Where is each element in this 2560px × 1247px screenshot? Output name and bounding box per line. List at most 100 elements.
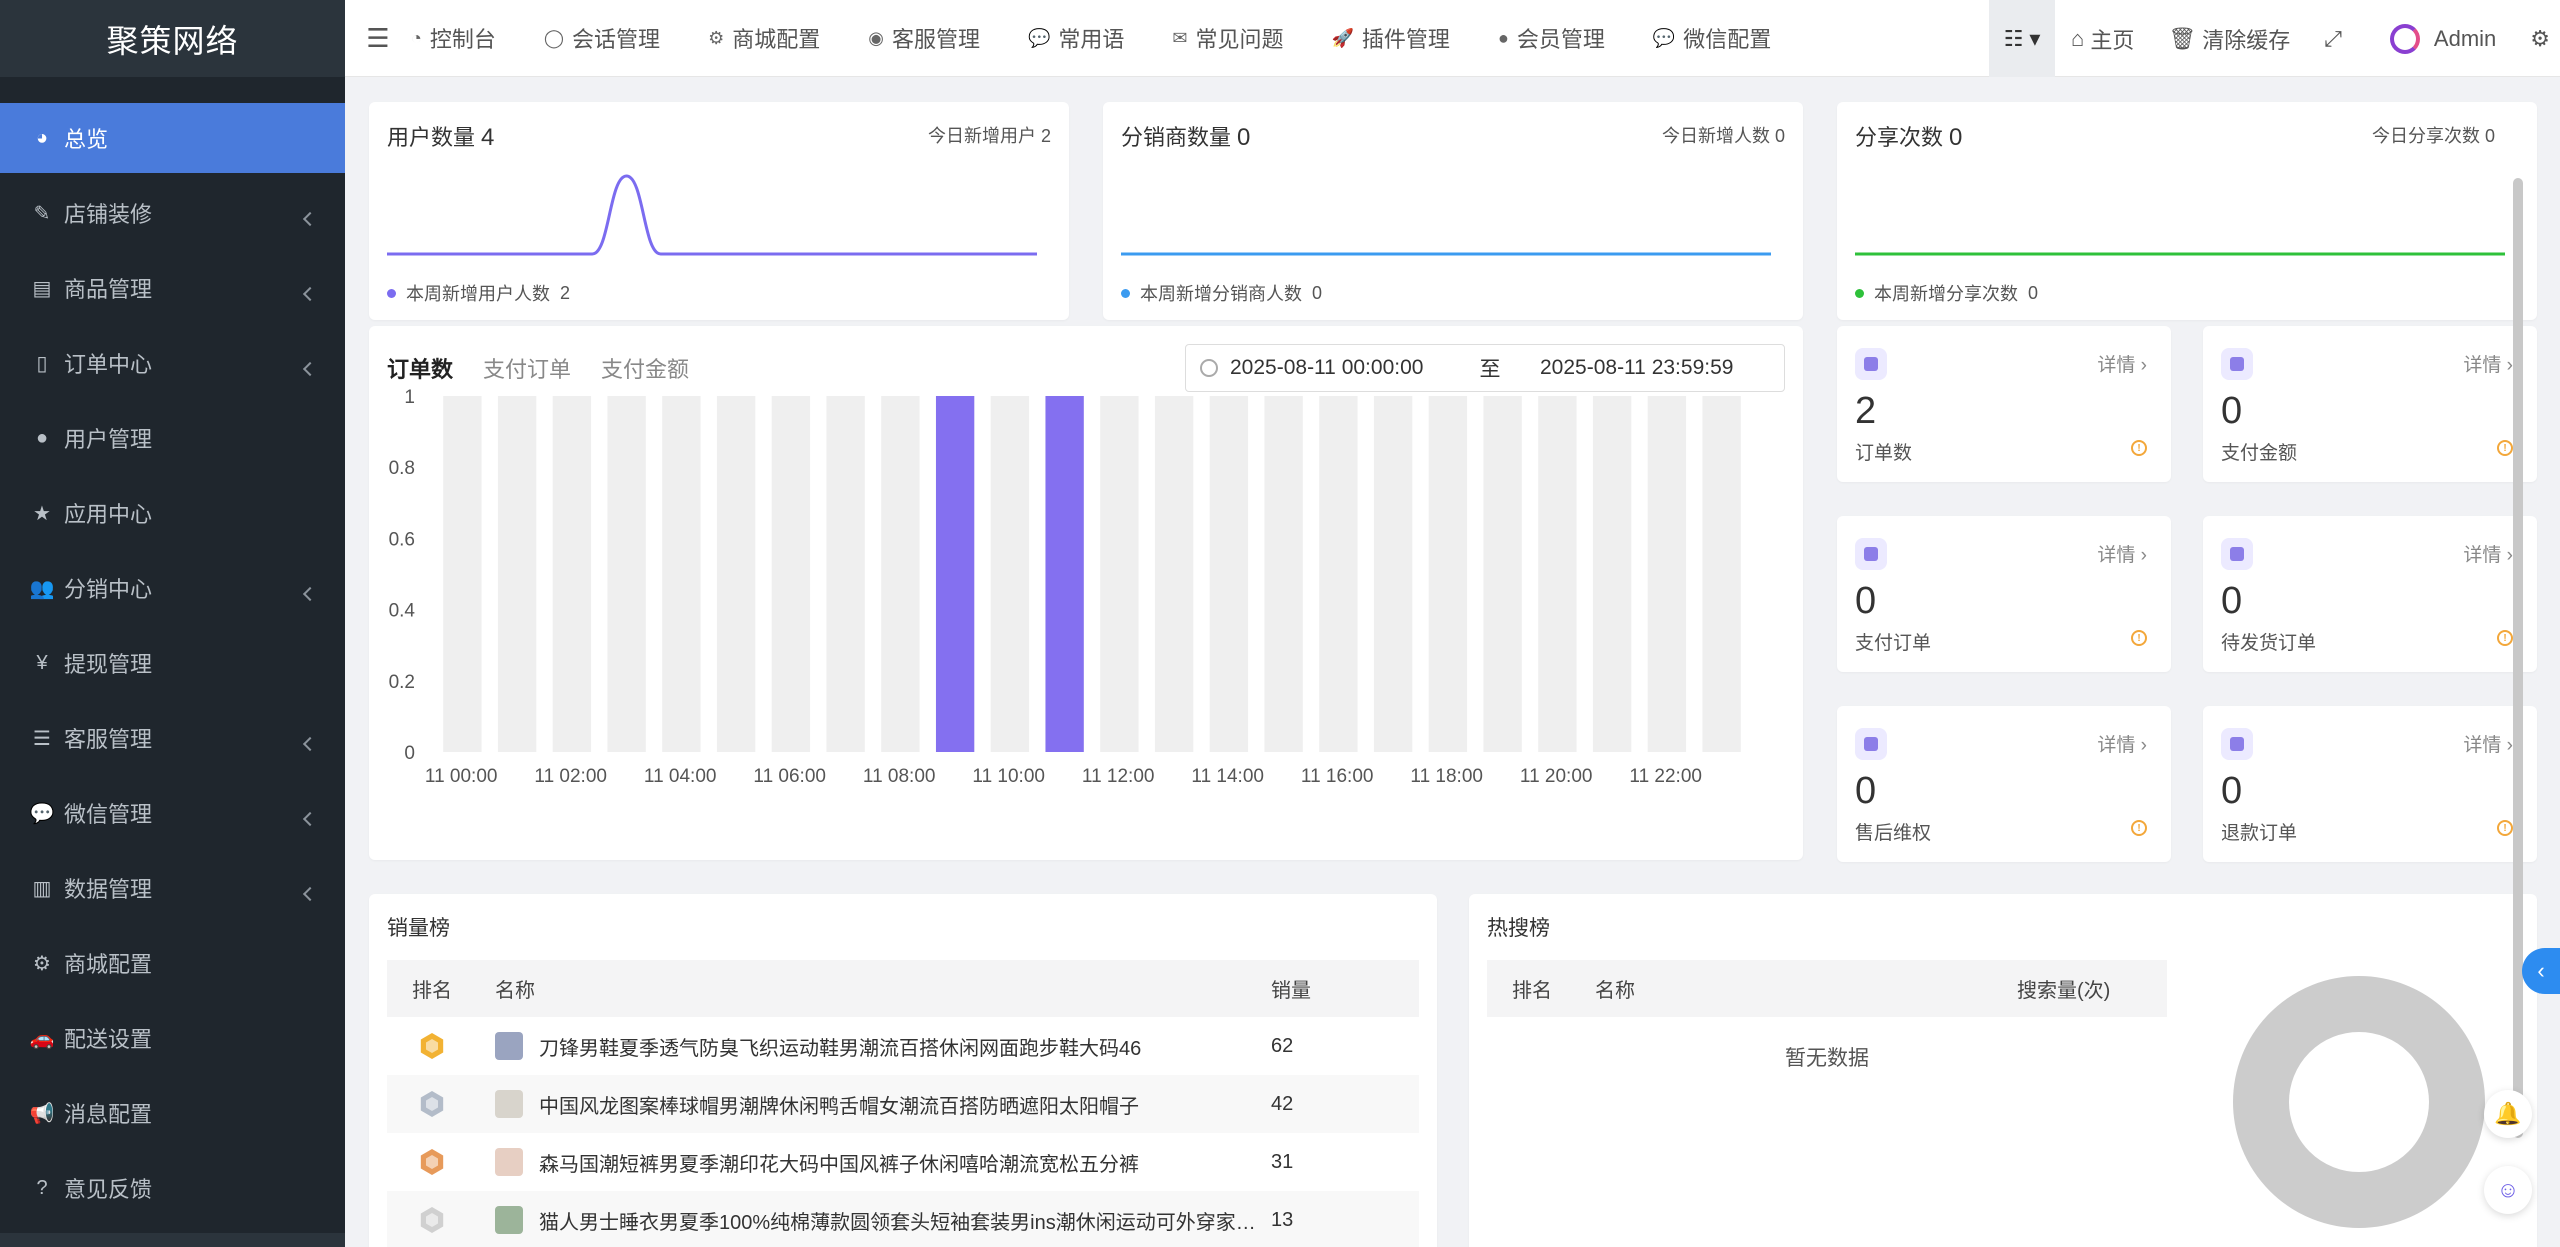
sidebar-item-3[interactable]: ▯ 订单中心 bbox=[0, 328, 345, 398]
metric-icon bbox=[1855, 538, 1887, 570]
topnav-item-6[interactable]: 🚀 插件管理 bbox=[1332, 22, 1450, 54]
metric-value: 0 bbox=[2221, 580, 2243, 622]
table-row[interactable]: 森马国潮短裤男夏季潮印花大码中国风裤子休闲嘻哈潮流宽松五分裤 31 bbox=[387, 1133, 1419, 1191]
x-tick-label: 11 10:00 bbox=[972, 766, 1045, 787]
wechat-icon: 💬 bbox=[29, 802, 55, 825]
bar-11 11:00[interactable] bbox=[1045, 396, 1084, 752]
metric-label: 退款订单 bbox=[2221, 823, 2298, 844]
side-collapse-tab[interactable]: ‹ bbox=[2522, 948, 2560, 994]
admin-name: Admin bbox=[2433, 25, 2497, 51]
hot-search-table: 排名 名称 搜索量(次) 暂无数据 bbox=[1487, 960, 2167, 1097]
clear-cache-label: 清除缓存 bbox=[2202, 27, 2291, 53]
gears-icon: ⚙ bbox=[708, 27, 725, 48]
chevron-left-icon bbox=[302, 736, 318, 752]
sidebar-item-4[interactable]: ● 用户管理 bbox=[0, 403, 345, 473]
detail-link[interactable]: 详情 › bbox=[2097, 540, 2147, 567]
bar-11 09:00[interactable] bbox=[935, 396, 975, 752]
user-count-title: 用户数量 4 bbox=[387, 124, 495, 151]
info-warning-icon[interactable]: ! bbox=[2131, 440, 2147, 456]
admin-user-menu[interactable]: Admin bbox=[2389, 23, 2497, 54]
y-tick-label: 0.8 bbox=[389, 458, 415, 479]
detail-link[interactable]: 详情 › bbox=[2463, 540, 2513, 567]
distributor-count-value: 0 bbox=[1237, 124, 1251, 151]
info-warning-icon[interactable]: ! bbox=[2131, 630, 2147, 646]
share-legend: 本周新增分享次数 0 bbox=[1855, 280, 2038, 306]
comment-dots-icon: 💬 bbox=[1027, 27, 1051, 48]
bar-chart-icon: ▥ bbox=[32, 877, 52, 900]
topnav-item-2[interactable]: ⚙ 商城配置 bbox=[708, 22, 820, 54]
y-tick-label: 0 bbox=[404, 743, 415, 764]
sidebar-item-12[interactable]: 🚗 配送设置 bbox=[0, 1003, 345, 1073]
share-count-value: 0 bbox=[1949, 124, 1963, 151]
sidebar-item-10[interactable]: ▥ 数据管理 bbox=[0, 853, 345, 923]
sidebar-item-7[interactable]: ¥ 提现管理 bbox=[0, 628, 345, 698]
header-rank: 排名 bbox=[1512, 980, 1552, 1002]
info-warning-icon[interactable]: ! bbox=[2497, 630, 2513, 646]
bar-background bbox=[662, 396, 701, 752]
sidebar-item-14[interactable]: ? 意见反馈 bbox=[0, 1153, 345, 1223]
metric-card-2: 详情 › 0 支付订单 ! bbox=[1837, 516, 2171, 672]
topnav-item-3[interactable]: ◉ 客服管理 bbox=[868, 22, 980, 54]
detail-link[interactable]: 详情 › bbox=[2097, 730, 2147, 757]
bar-background bbox=[1483, 396, 1522, 752]
info-warning-icon[interactable]: ! bbox=[2497, 440, 2513, 456]
info-warning-icon[interactable]: ! bbox=[2497, 820, 2513, 836]
bar-background bbox=[716, 396, 756, 752]
sidebar-item-label: 商城配置 bbox=[64, 952, 153, 977]
sidebar-item-1[interactable]: ✎ 店铺装修 bbox=[0, 178, 345, 248]
page-scrollbar[interactable] bbox=[2513, 178, 2523, 1138]
x-tick-label: 11 12:00 bbox=[1082, 766, 1155, 787]
sidebar-item-13[interactable]: 📢 消息配置 bbox=[0, 1078, 345, 1148]
y-tick-label: 0.6 bbox=[389, 529, 415, 550]
empty-state: 暂无数据 bbox=[1785, 1047, 1869, 1070]
topnav-item-1[interactable]: ◯ 会话管理 bbox=[544, 22, 660, 54]
bar-background bbox=[552, 396, 592, 752]
yen-icon: ¥ bbox=[36, 651, 48, 674]
sidebar-item-label: 应用中心 bbox=[64, 502, 153, 527]
info-warning-icon[interactable]: ! bbox=[2131, 820, 2147, 836]
fullscreen-icon[interactable]: ⤢ bbox=[2324, 26, 2342, 52]
table-row[interactable]: 刀锋男鞋夏季透气防臭飞织运动鞋男潮流百搭休闲网面跑步鞋大码46 62 bbox=[387, 1017, 1419, 1075]
sidebar-item-0[interactable]: ◕ 总览 bbox=[0, 103, 345, 173]
x-tick-label: 11 00:00 bbox=[425, 766, 498, 787]
detail-link[interactable]: 详情 › bbox=[2463, 350, 2513, 377]
topnav-item-4[interactable]: 💬 常用语 bbox=[1028, 22, 1124, 54]
brush-icon: ✎ bbox=[33, 202, 51, 225]
topnav-item-0[interactable]: ◔ 控制台 bbox=[411, 22, 496, 54]
sidebar-item-9[interactable]: 💬 微信管理 bbox=[0, 778, 345, 848]
sidebar-item-5[interactable]: ★ 应用中心 bbox=[0, 478, 345, 548]
clear-cache-button[interactable]: 🗑 清除缓存 bbox=[2168, 23, 2290, 55]
table-row[interactable]: 中国风龙图案棒球帽男潮牌休闲鸭舌帽女潮流百搭防晒遮阳太阳帽子 42 bbox=[387, 1075, 1419, 1133]
customer-service-icon[interactable]: ☺ bbox=[2484, 1166, 2532, 1214]
list-icon: ☰ bbox=[33, 727, 51, 750]
table-row[interactable]: 猫人男士睡衣男夏季100%纯棉薄款圆领套头短袖套装男ins潮休闲运动可外穿家居服… bbox=[387, 1191, 1419, 1247]
topnav-item-5[interactable]: ✉ 常见问题 bbox=[1172, 22, 1283, 54]
notification-bell-icon[interactable]: 🔔 bbox=[2484, 1090, 2532, 1138]
list-dropdown-button[interactable]: ☷ ▾ bbox=[1989, 0, 2056, 77]
file-icon: ▯ bbox=[36, 352, 48, 375]
order-chart-card: 订单数 支付订单 支付金额 2025-08-11 00:00:00 至 2025… bbox=[369, 326, 1803, 860]
detail-link[interactable]: 详情 › bbox=[2463, 730, 2513, 757]
share-sparkline bbox=[1855, 252, 2505, 256]
sidebar-item-6[interactable]: 👥 分销中心 bbox=[0, 553, 345, 623]
bar-background bbox=[1154, 396, 1194, 752]
home-link[interactable]: ⌂ 主页 bbox=[2071, 23, 2134, 55]
sidebar-item-8[interactable]: ☰ 客服管理 bbox=[0, 703, 345, 773]
user-count-card: 用户数量 4 今日新增用户 2 本周新增用户人数 2 bbox=[369, 102, 1069, 320]
product-name-cell: 猫人男士睡衣男夏季100%纯棉薄款圆领套头短袖套装男ins潮休闲运动可外穿家居服 bbox=[477, 1206, 1271, 1235]
product-name-cell: 森马国潮短裤男夏季潮印花大码中国风裤子休闲嘻哈潮流宽松五分裤 bbox=[477, 1148, 1271, 1177]
settings-gear-icon[interactable]: ⚙ bbox=[2530, 26, 2550, 52]
top-navbar: ☰ ◔ 控制台 ◯ 会话管理 ⚙ 商城配置 ◉ 客服管理 💬 常用语 ✉ 常见问题 🚀 插件管理 ● 会员管理… bbox=[345, 0, 2560, 77]
header-sales: 销量 bbox=[1271, 980, 1311, 1002]
distributor-count-card: 分销商数量 0 今日新增人数 0 本周新增分销商人数 0 bbox=[1103, 102, 1803, 320]
hamburger-menu-icon[interactable]: ☰ bbox=[345, 23, 411, 54]
metric-card-3: 详情 › 0 待发货订单 ! bbox=[2203, 516, 2537, 672]
metric-label: 订单数 bbox=[1855, 443, 1913, 464]
sales-ranking-card: 销量榜 排名 名称 销量 刀锋男鞋夏季透气防臭飞织运动鞋男潮流百搭休闲网面跑步鞋… bbox=[369, 894, 1437, 1247]
sidebar-item-2[interactable]: ▤ 商品管理 bbox=[0, 253, 345, 323]
topnav-item-8[interactable]: 💬 微信配置 bbox=[1653, 22, 1771, 54]
header-name: 名称 bbox=[495, 980, 535, 1002]
sidebar-item-11[interactable]: ⚙ 商城配置 bbox=[0, 928, 345, 998]
topnav-item-7[interactable]: ● 会员管理 bbox=[1498, 22, 1605, 54]
detail-link[interactable]: 详情 › bbox=[2097, 350, 2147, 377]
